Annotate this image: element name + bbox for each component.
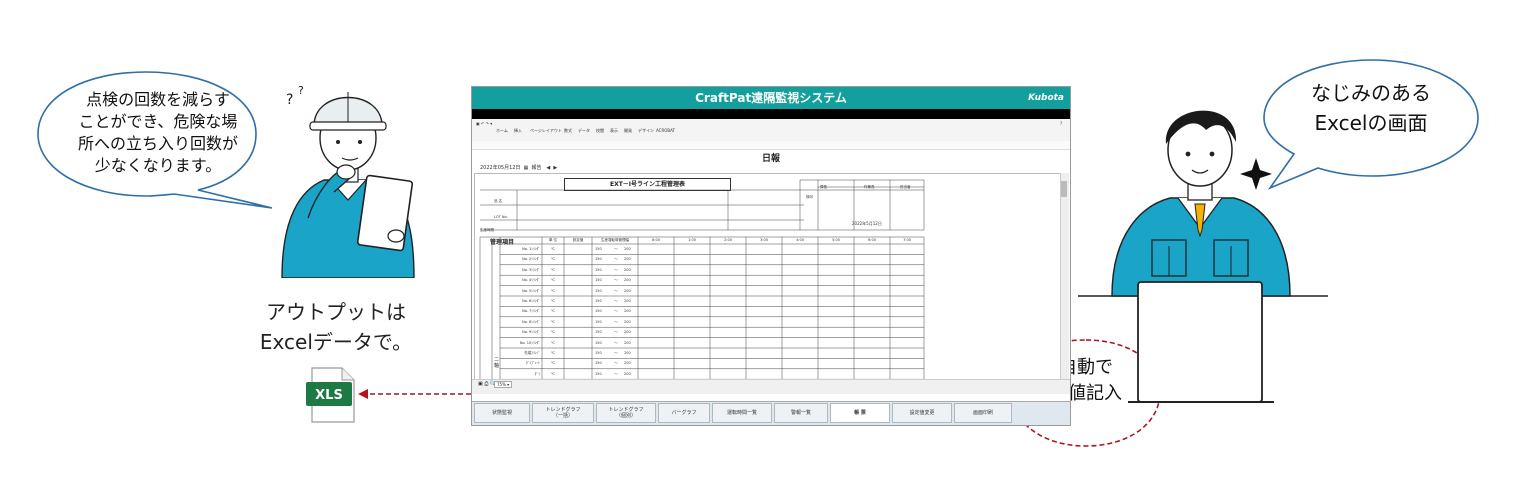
range-high: 200 — [624, 330, 631, 335]
column-header: 5:00 — [832, 238, 840, 242]
range-sep: ～ — [614, 371, 618, 376]
range-high: 200 — [624, 340, 631, 345]
range-high: 200 — [624, 299, 631, 303]
row-label: No. 10ｼﾘﾝﾀﾞ — [519, 340, 540, 345]
column-header: 1:00 — [688, 238, 696, 242]
row-label: No. 3ｼﾘﾝﾀﾞ — [522, 267, 540, 272]
row-unit: ℃ — [551, 288, 555, 293]
row-unit: ℃ — [551, 340, 555, 345]
range-sep: ～ — [614, 247, 618, 251]
range-low: 150 — [595, 319, 602, 324]
range-high: 200 — [624, 371, 631, 376]
range-sep: ～ — [614, 351, 618, 355]
range-high: 200 — [624, 247, 631, 251]
worker-at-laptop-illustration — [1078, 110, 1328, 403]
column-header: 単 位 — [548, 238, 558, 242]
range-low: 150 — [595, 299, 602, 303]
range-low: 150 — [595, 340, 602, 345]
range-high: 200 — [624, 288, 631, 293]
row-unit: ℃ — [551, 371, 555, 376]
row-label: No. 5ｼﾘﾝﾀﾞ — [522, 288, 540, 293]
nav-tab[interactable]: 設定値変更 — [892, 403, 952, 423]
range-low: 150 — [595, 309, 602, 314]
column-header: 7:00 — [903, 238, 911, 242]
range-low: 150 — [595, 288, 602, 293]
range-sep: ～ — [614, 340, 618, 345]
range-sep: ～ — [614, 309, 618, 314]
range-low: 150 — [595, 361, 602, 366]
range-high: 200 — [624, 351, 631, 355]
row-unit: ℃ — [551, 330, 555, 335]
range-sep: ～ — [614, 319, 618, 324]
range-sep: ～ — [614, 257, 618, 262]
row-unit: ℃ — [551, 267, 555, 272]
range-sep: ～ — [614, 361, 618, 366]
row-label: ﾀﾞｲﾌﾟﾚｰﾄ — [526, 361, 540, 366]
row-label: No. 9ｼﾘﾝﾀﾞ — [522, 330, 540, 335]
nav-tab[interactable]: 警報一覧 — [774, 403, 828, 423]
zoom-select[interactable]: 75% ▾ — [494, 381, 513, 388]
column-header: 6:00 — [868, 238, 876, 242]
row-unit: ℃ — [551, 278, 555, 283]
row-unit: ℃ — [551, 351, 555, 355]
column-header: 8:00 — [652, 238, 660, 242]
range-low: 150 — [595, 247, 602, 251]
column-header: 4:00 — [796, 238, 804, 242]
sheet-status-bar — [472, 379, 1070, 394]
range-high: 200 — [624, 309, 631, 314]
range-high: 200 — [624, 257, 631, 262]
row-label: No. 4ｼﾘﾝﾀﾞ — [522, 278, 540, 283]
row-unit: ℃ — [551, 361, 555, 366]
zoom-value: 75% — [497, 382, 506, 387]
row-label: No. 6ｼﾘﾝﾀﾞ — [522, 299, 540, 303]
nav-tab[interactable]: 画面印刷 — [954, 403, 1012, 423]
row-label: 先端ﾌﾗﾝｼﾞ — [524, 351, 540, 355]
row-label: No. 7ｼﾘﾝﾀﾞ — [522, 309, 540, 314]
row-unit: ℃ — [551, 309, 555, 314]
nav-tab[interactable]: 状態監視 — [474, 403, 530, 423]
range-low: 150 — [595, 351, 602, 355]
nav-tab[interactable]: 帳 票 — [830, 403, 890, 423]
column-header: 設定値 — [572, 238, 584, 242]
nav-tab[interactable]: バーグラフ — [658, 403, 710, 423]
range-sep: ～ — [614, 288, 618, 293]
row-unit: ℃ — [551, 299, 555, 303]
range-low: 150 — [595, 278, 602, 283]
column-header: 2:00 — [724, 238, 732, 242]
range-high: 200 — [624, 267, 631, 272]
range-high: 200 — [624, 319, 631, 324]
range-sep: ～ — [614, 299, 618, 303]
craftpat-app-window: CraftPat遠隔監視システム Kubota ▣ ↶ ↷ ▾ ホーム 挿入 ペ… — [471, 86, 1071, 426]
column-header: 生産運転時管理幅 — [601, 238, 629, 242]
range-low: 150 — [595, 330, 602, 335]
row-unit: ℃ — [551, 257, 555, 262]
export-arrowhead — [358, 389, 368, 399]
nav-tab[interactable]: トレンドグラフ （個別） — [596, 403, 656, 423]
range-sep: ～ — [614, 267, 618, 272]
row-unit: ℃ — [551, 247, 555, 251]
row-label: No. 8ｼﾘﾝﾀﾞ — [522, 319, 540, 324]
range-high: 200 — [624, 361, 631, 366]
range-sep: ～ — [614, 278, 618, 283]
nav-tab[interactable]: トレンドグラフ （一括） — [532, 403, 594, 423]
row-label: No. 2ｼﾘﾝﾀﾞ — [522, 257, 540, 262]
range-low: 150 — [595, 257, 602, 262]
range-low: 150 — [595, 371, 602, 376]
row-label: ﾀﾞｲ — [534, 371, 540, 376]
row-label: No. 1ｼﾘﾝﾀﾞ — [522, 247, 540, 251]
row-unit: ℃ — [551, 319, 555, 324]
range-sep: ～ — [614, 330, 618, 335]
column-header: 3:00 — [760, 238, 768, 242]
range-high: 200 — [624, 278, 631, 283]
nav-tab[interactable]: 運転時間一覧 — [712, 403, 772, 423]
range-low: 150 — [595, 267, 602, 272]
